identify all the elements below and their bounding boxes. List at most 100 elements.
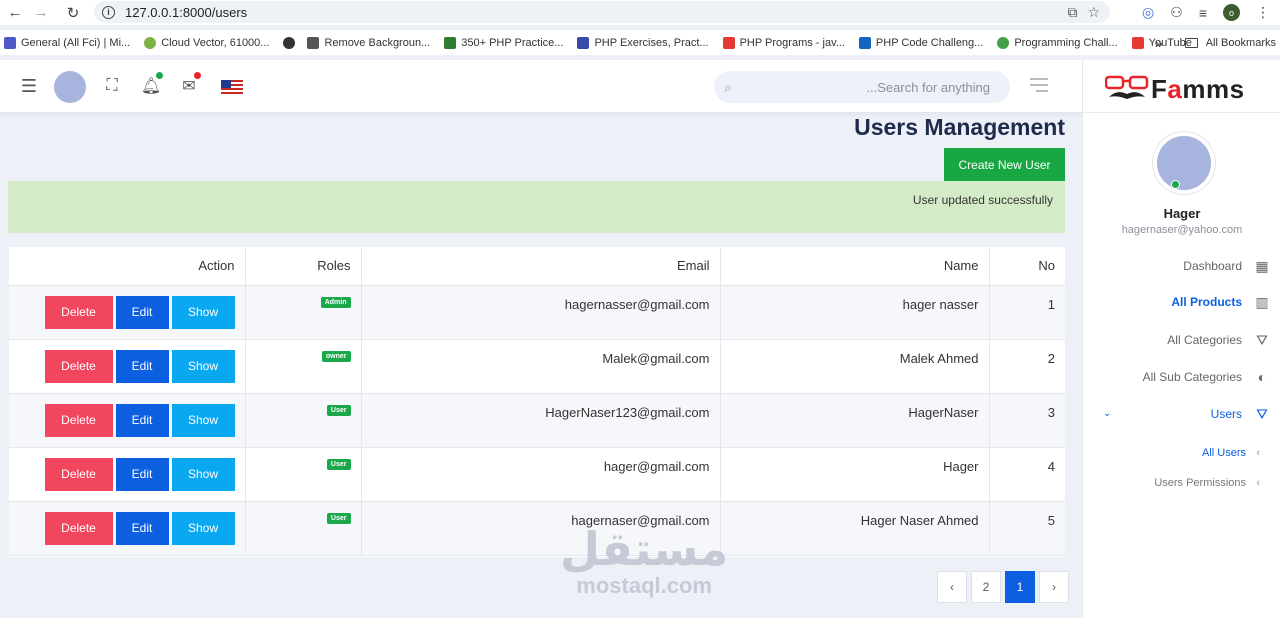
delete-button[interactable]: Delete (44, 511, 113, 545)
sidebar-subitem-all-users[interactable]: All Users (1202, 447, 1246, 459)
users-table: Action Roles Email Name No Delete Edit S… (9, 247, 1065, 557)
bookmark-star-icon[interactable]: ☆ (1087, 4, 1100, 21)
bookmark-item[interactable]: Cloud Vector, 61000... (144, 36, 269, 49)
row-actions: Delete Edit Show (9, 285, 246, 340)
show-button[interactable]: Show (171, 403, 235, 437)
email-cell: hager@gmail.com (361, 447, 721, 502)
delete-button[interactable]: Delete (44, 403, 113, 437)
hamburger-menu-icon[interactable]: ☰ (20, 74, 38, 98)
edit-button[interactable]: Edit (115, 403, 169, 437)
chevron-down-icon[interactable]: ⌄ (1103, 408, 1111, 419)
align-menu-icon[interactable] (1030, 78, 1048, 96)
search-input[interactable] (731, 79, 990, 95)
role-cell: User (245, 393, 362, 448)
us-flag-icon[interactable] (221, 80, 243, 94)
show-button[interactable]: Show (171, 295, 235, 329)
delete-button[interactable]: Delete (44, 457, 113, 491)
bookmark-item[interactable]: PHP Exercises, Pract... (577, 36, 709, 49)
puzzle-icon[interactable]: ⚇ (1170, 4, 1183, 21)
sidebar-item-users[interactable]: Users ⛛ (1211, 404, 1270, 424)
create-user-button[interactable]: Create New User (944, 148, 1065, 181)
no-cell: 3 (989, 393, 1065, 448)
app-header: ☰ ⛶ 🔔︎ ✉︎ ⌕ (0, 60, 1082, 112)
row-actions: Delete Edit Show (9, 501, 246, 556)
bookmark-favicon-icon (997, 36, 1010, 49)
edit-button[interactable]: Edit (115, 349, 169, 383)
row-actions: Delete Edit Show (9, 339, 246, 394)
pagination-next[interactable]: › (1039, 571, 1069, 603)
mail-icon[interactable]: ✉︎ (180, 72, 201, 98)
url-text[interactable]: 127.0.0.1:8000/users (125, 5, 247, 20)
notification-bell-icon[interactable]: 🔔︎ (141, 72, 163, 98)
more-bookmarks-icon[interactable]: » (1155, 35, 1163, 51)
table-row: Delete Edit Show User hagernaser@gmail.c… (9, 501, 1065, 556)
pagination-prev[interactable]: ‹ (937, 571, 967, 603)
sidebar: Famms Hager hagernaser@yahoo.com Dashboa… (1082, 60, 1280, 618)
bookmark-item[interactable]: General (All Fci) | Mi... (4, 36, 130, 49)
sidebar-item-all-categories[interactable]: All Categories ⛛ (1167, 330, 1270, 350)
reload-icon[interactable]: ↻ (62, 2, 84, 24)
role-cell: Admin (245, 285, 362, 340)
brand-name: Famms (1151, 73, 1245, 104)
role-cell: owner (245, 339, 362, 394)
forward-icon[interactable]: → (30, 2, 52, 24)
media-icon[interactable]: ≡ (1199, 5, 1207, 21)
show-button[interactable]: Show (171, 511, 235, 545)
row-actions: Delete Edit Show (9, 447, 246, 502)
half-circle-icon: ◐ (1257, 369, 1267, 385)
header-avatar[interactable] (54, 71, 86, 103)
bookmark-favicon-icon (4, 36, 16, 49)
bookmark-item[interactable]: Programming Chall... (997, 36, 1118, 49)
sidebar-item-all-products[interactable]: All Products ▥ (1171, 292, 1270, 312)
profile-avatar[interactable]: o (1223, 4, 1240, 21)
bookmark-item[interactable]: PHP Programs - jav... (722, 36, 845, 49)
name-cell: HagerNaser (720, 393, 990, 448)
bookmarks-bar: General (All Fci) | Mi... Cloud Vector, … (0, 30, 1280, 55)
kebab-menu-icon[interactable]: ⋮ (1256, 4, 1270, 21)
pagination-page-2[interactable]: 2 (971, 571, 1001, 603)
folder-icon (1184, 37, 1198, 48)
table-row: Delete Edit Show owner Malek@gmail.com M… (9, 339, 1065, 394)
address-bar[interactable]: i 127.0.0.1:8000/users ⧉ ☆ (94, 1, 1110, 23)
sidebar-user-email: hagernaser@yahoo.com (1121, 224, 1243, 236)
no-cell: 2 (989, 339, 1065, 394)
back-icon[interactable]: ← (4, 2, 26, 24)
bookmark-favicon-icon (577, 36, 590, 49)
bookmark-item[interactable]: 350+ PHP Practice... (444, 36, 563, 49)
bookmark-item[interactable] (283, 36, 296, 49)
delete-button[interactable]: Delete (44, 295, 113, 329)
show-button[interactable]: Show (171, 457, 235, 491)
edit-button[interactable]: Edit (115, 511, 169, 545)
sidebar-item-all-sub-categories[interactable]: All Sub Categories ◐ (1143, 367, 1270, 387)
sidebar-avatar[interactable] (1153, 132, 1215, 194)
pagination-page-1[interactable]: 1 (1005, 571, 1035, 603)
notification-badge (156, 72, 163, 79)
brand-logo[interactable]: Famms (1105, 74, 1245, 104)
fullscreen-icon[interactable]: ⛶ (103, 74, 121, 98)
email-cell: HagerNaser123@gmail.com (361, 393, 721, 448)
sidebar-subitem-users-permissions[interactable]: Users Permissions (1154, 477, 1246, 489)
extension-icon[interactable]: ◎ (1142, 4, 1154, 21)
delete-button[interactable]: Delete (44, 349, 113, 383)
edit-button[interactable]: Edit (115, 457, 169, 491)
sidebar-item-dashboard[interactable]: Dashboard ▦ (1183, 256, 1270, 276)
search-icon: ⌕ (724, 78, 732, 95)
show-button[interactable]: Show (171, 349, 235, 383)
watermark: مستقل mostaql.com (560, 525, 728, 599)
role-cell: User (245, 501, 362, 556)
page-title: Users Management (854, 114, 1065, 140)
bookmark-favicon-icon (444, 36, 457, 49)
bookmark-item[interactable]: Remove Backgroun... (307, 36, 430, 49)
no-cell: 1 (989, 285, 1065, 340)
site-info-icon[interactable]: i (102, 5, 115, 19)
translate-icon[interactable]: ⧉ (1067, 4, 1077, 21)
watermark-latin: mostaql.com (576, 573, 712, 598)
sidebar-user-name: Hager (1163, 206, 1201, 221)
youtube-icon (1131, 36, 1144, 49)
bookmark-favicon-icon (722, 36, 735, 49)
column-header-email: Email (361, 247, 721, 286)
bookmark-item[interactable]: PHP Code Challeng... (858, 36, 983, 49)
dashboard-grid-icon: ▦ (1255, 257, 1269, 274)
all-bookmarks-link[interactable]: All Bookmarks (1206, 37, 1276, 49)
edit-button[interactable]: Edit (115, 295, 169, 329)
